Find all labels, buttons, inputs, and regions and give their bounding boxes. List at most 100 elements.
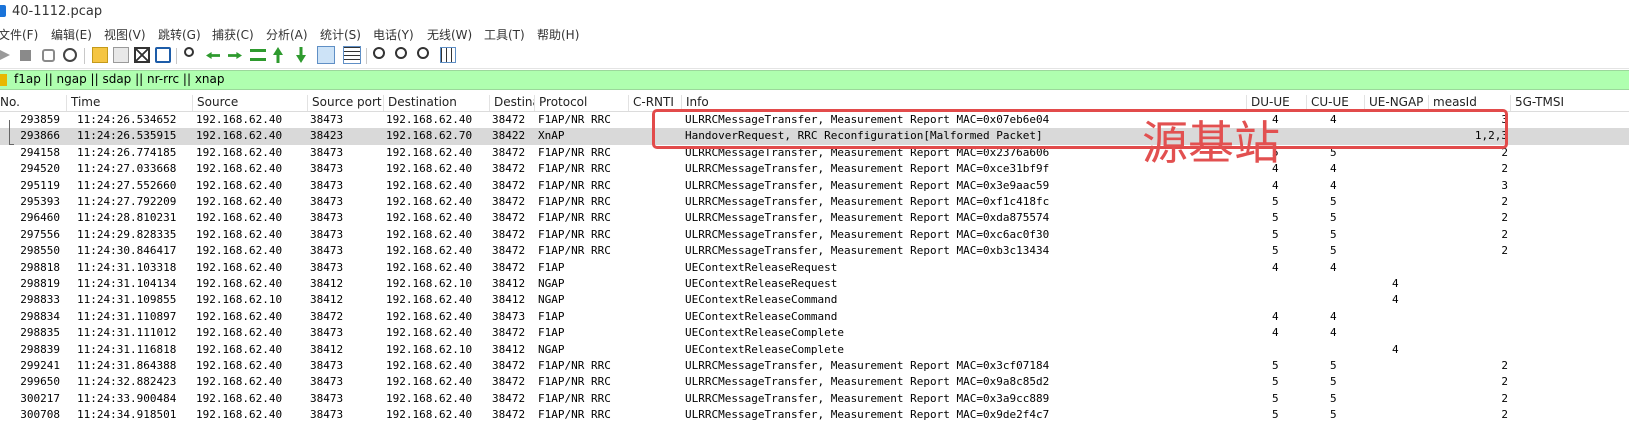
column-header-destination-port[interactable]: Destina [489, 95, 534, 111]
cell-source: 192.168.62.40 [196, 129, 283, 143]
column-header-protocol[interactable]: Protocol [534, 95, 628, 111]
last-packet-icon[interactable] [296, 47, 306, 63]
capture-options-icon[interactable] [63, 48, 77, 62]
cell-time: 11:24:31.111012 [77, 326, 177, 340]
menu-analyze[interactable]: 分析(A) [266, 26, 308, 43]
column-header-5g-tmsi[interactable]: 5G-TMSI [1510, 95, 1629, 111]
cell-c-rnti [631, 391, 679, 407]
packet-row[interactable]: 298835 11:24:31.111012 192.168.62.40 38473 1… [0, 325, 1629, 341]
cell-source: 192.168.62.40 [196, 375, 283, 389]
reload-file-icon[interactable] [155, 47, 171, 63]
display-filter-bar[interactable]: f1ap || ngap || sdap || nr-rrc || xnap [0, 70, 1629, 90]
cell-source: 192.168.62.40 [196, 244, 283, 258]
cell-source-port: 38473 [310, 375, 344, 389]
zoom-in-icon[interactable] [373, 47, 385, 59]
find-packet-icon[interactable] [184, 47, 194, 57]
cell-destination-port: 38472 [492, 211, 526, 225]
menu-bar: 文件(F) 编辑(E) 视图(V) 跳转(G) 捕获(C) 分析(A) 统计(S… [0, 24, 1629, 44]
go-to-packet-icon[interactable] [250, 49, 266, 61]
packet-row[interactable]: 297556 11:24:29.828335 192.168.62.40 38473 1… [0, 227, 1629, 243]
first-packet-icon[interactable] [273, 47, 283, 63]
packet-row[interactable]: 295393 11:24:27.792209 192.168.62.40 38473 1… [0, 194, 1629, 210]
bookmark-icon[interactable] [0, 74, 7, 86]
cell-no: 294520 [20, 162, 60, 176]
zoom-out-icon[interactable] [395, 47, 407, 59]
column-header-destination[interactable]: Destination [383, 95, 489, 111]
cell-time: 11:24:27.792209 [77, 195, 177, 208]
cell-time: 11:24:26.535915 [77, 129, 177, 143]
column-header-time[interactable]: Time [66, 95, 192, 111]
cell-c-rnti [631, 276, 679, 292]
open-file-icon[interactable] [92, 47, 108, 63]
menu-help[interactable]: 帮助(H) [537, 26, 579, 43]
stop-capture-icon[interactable] [20, 50, 31, 61]
cell-source: 192.168.62.40 [196, 211, 283, 225]
packet-row[interactable]: 298834 11:24:31.110897 192.168.62.40 38472 1… [0, 309, 1629, 325]
go-back-icon[interactable] [206, 52, 220, 59]
menu-telephony[interactable]: 电话(Y) [373, 26, 414, 43]
restart-capture-icon[interactable] [42, 49, 55, 62]
cell-info: UEContextReleaseComplete [685, 326, 844, 340]
packet-row[interactable]: 295119 11:24:27.552660 192.168.62.40 38473 1… [0, 178, 1629, 194]
cell-measid: 2 [1501, 162, 1508, 176]
cell-destination-port: 38412 [492, 342, 526, 356]
cell-cu-ue: 4 [1330, 326, 1337, 340]
cell-destination: 192.168.62.40 [386, 293, 473, 307]
display-filter-input[interactable]: f1ap || ngap || sdap || nr-rrc || xnap [14, 72, 225, 86]
auto-scroll-icon[interactable] [317, 46, 335, 64]
menu-tools[interactable]: 工具(T) [484, 26, 525, 43]
resize-columns-icon[interactable] [440, 47, 456, 63]
cell-time: 11:24:33.900484 [77, 391, 177, 405]
cell-destination-port: 38472 [492, 145, 526, 159]
cell-source: 192.168.62.40 [196, 162, 283, 176]
packet-row[interactable]: 296460 11:24:28.810231 192.168.62.40 38473 1… [0, 210, 1629, 226]
menu-file[interactable]: 文件(F) [0, 26, 38, 43]
cell-du-ue [1272, 292, 1302, 308]
packet-row[interactable]: 298819 11:24:31.104134 192.168.62.40 38412 1… [0, 276, 1629, 292]
packet-row[interactable]: 298833 11:24:31.109855 192.168.62.10 38412 1… [0, 292, 1629, 308]
cell-destination-port: 38472 [492, 178, 526, 192]
save-file-icon[interactable] [113, 47, 129, 63]
cell-time: 11:24:26.534652 [77, 113, 177, 126]
cell-source-port: 38412 [310, 342, 344, 356]
menu-wireless[interactable]: 无线(W) [427, 26, 472, 43]
packet-row[interactable]: 298839 11:24:31.116818 192.168.62.40 38412 1… [0, 342, 1629, 358]
packet-row[interactable]: 294520 11:24:27.033668 192.168.62.40 38473 1… [0, 161, 1629, 177]
packet-row[interactable]: 299241 11:24:31.864388 192.168.62.40 38473 1… [0, 358, 1629, 374]
cell-destination: 192.168.62.40 [386, 391, 473, 405]
cell-cu-ue: 5 [1330, 211, 1337, 225]
cell-ue-ngap [1392, 407, 1422, 423]
cell-destination: 192.168.62.10 [386, 342, 473, 356]
packet-row[interactable]: 298550 11:24:30.846417 192.168.62.40 38473 1… [0, 243, 1629, 259]
menu-statistics[interactable]: 统计(S) [320, 26, 361, 43]
cell-du-ue [1272, 276, 1302, 292]
normal-size-icon[interactable] [417, 47, 429, 59]
packet-row[interactable]: 299650 11:24:32.882423 192.168.62.40 38473 1… [0, 374, 1629, 390]
cell-time: 11:24:32.882423 [77, 375, 177, 389]
colorize-icon[interactable] [343, 46, 361, 64]
menu-go[interactable]: 跳转(G) [158, 26, 201, 43]
cell-cu-ue: 5 [1330, 375, 1337, 389]
cell-c-rnti [631, 342, 679, 358]
close-file-icon[interactable] [134, 47, 150, 63]
packet-row[interactable]: 300708 11:24:34.918501 192.168.62.40 38473 1… [0, 407, 1629, 423]
cell-cu-ue [1330, 276, 1360, 292]
go-forward-icon[interactable] [228, 52, 242, 59]
cell-time: 11:24:29.828335 [77, 227, 177, 241]
cell-protocol: F1AP/NR RRC [538, 211, 611, 225]
packet-row[interactable]: 298818 11:24:31.103318 192.168.62.40 38473 1… [0, 260, 1629, 276]
cell-source: 192.168.62.40 [196, 342, 283, 356]
column-header-source[interactable]: Source [192, 95, 307, 111]
column-header-source-port[interactable]: Source port [307, 95, 383, 111]
menu-view[interactable]: 视图(V) [104, 26, 146, 43]
menu-edit[interactable]: 编辑(E) [51, 26, 92, 43]
cell-source: 192.168.62.40 [196, 326, 283, 340]
menu-capture[interactable]: 捕获(C) [212, 26, 254, 43]
cell-destination-port: 38472 [492, 375, 526, 389]
column-header-no[interactable]: No. [0, 95, 66, 111]
packet-row[interactable]: 300217 11:24:33.900484 192.168.62.40 38473 1… [0, 391, 1629, 407]
annotation-highlight-box [652, 109, 1508, 149]
start-capture-icon[interactable] [0, 47, 10, 63]
cell-no: 299241 [20, 359, 60, 372]
cell-du-ue: 5 [1272, 211, 1279, 225]
